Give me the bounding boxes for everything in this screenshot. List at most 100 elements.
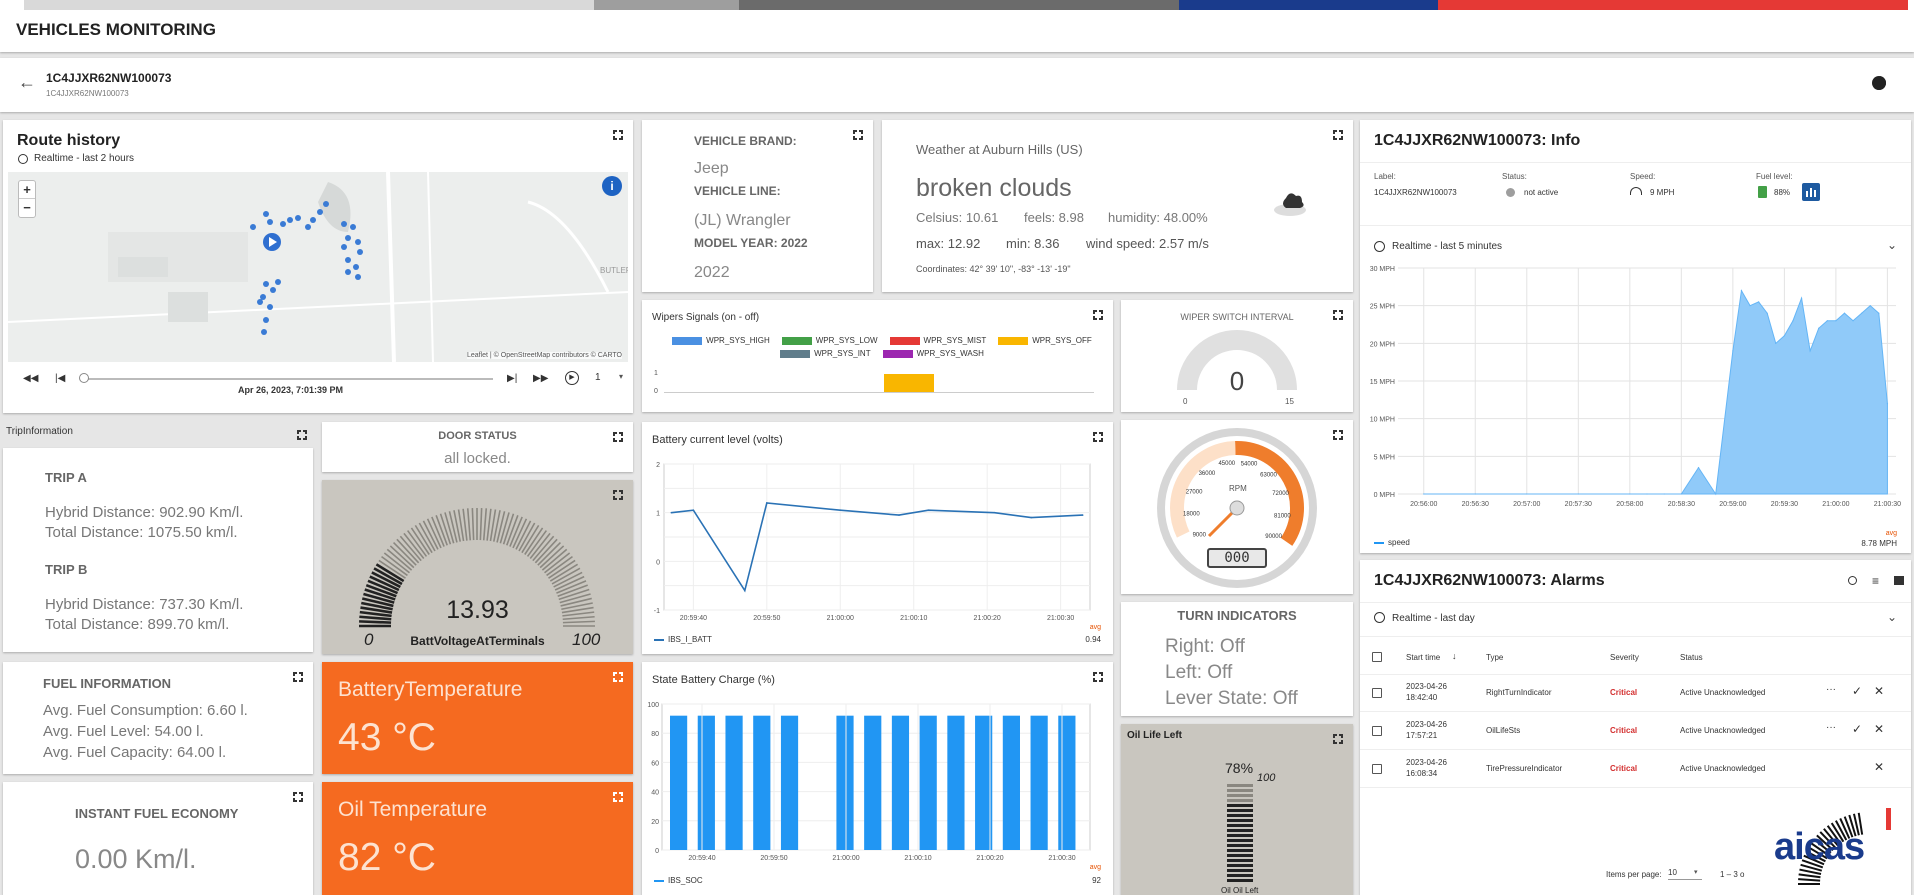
x-tick-label: 20:58:30 [1668, 501, 1695, 508]
expand-icon[interactable] [1333, 130, 1343, 140]
weather-wind: wind speed: 2.57 m/s [1086, 236, 1209, 251]
expand-icon[interactable] [293, 792, 303, 802]
expand-icon[interactable] [1093, 310, 1103, 320]
expand-icon[interactable] [293, 672, 303, 682]
legend-item[interactable]: WPR_SYS_HIGH [672, 336, 770, 345]
close-icon[interactable]: ✕ [1874, 722, 1884, 736]
aicas-logo: aicas [1760, 756, 1910, 895]
timeline-thumb[interactable] [79, 373, 89, 383]
table-row[interactable]: 2023-04-26 18:42:40 RightTurnIndicator C… [1360, 674, 1911, 712]
x-tick-label: 20:56:00 [1410, 501, 1437, 508]
oil-life-max: 100 [1257, 772, 1276, 784]
more-icon[interactable]: ··· [1826, 684, 1836, 695]
door-status-card: DOOR STATUS all locked. [322, 422, 633, 472]
expand-icon[interactable] [613, 792, 623, 802]
playback-speed[interactable]: 1 [595, 372, 601, 383]
route-map[interactable]: BUTLER + − i Leaflet | © OpenStreetMap c… [8, 172, 628, 362]
trip-a-title: TRIP A [45, 470, 87, 485]
expand-icon[interactable] [1093, 672, 1103, 682]
speed-point [1835, 320, 1837, 322]
bar-chart-icon[interactable] [1802, 183, 1820, 201]
rewind-button[interactable]: ◀◀ [23, 373, 38, 384]
y-tick-label: 5 MPH [1374, 454, 1395, 461]
expand-icon[interactable] [853, 130, 863, 140]
instant-fuel-card: INSTANT FUEL ECONOMY 0.00 Km/l. [3, 782, 313, 895]
row-checkbox[interactable] [1372, 726, 1382, 736]
info-title: 1C4JJXR62NW100073: Info [1374, 132, 1581, 149]
expand-icon[interactable] [613, 432, 623, 442]
header-start-time[interactable]: Start time [1406, 653, 1440, 662]
dark-mode-icon[interactable] [1872, 76, 1886, 90]
close-icon[interactable]: ✕ [1874, 684, 1884, 698]
route-expand-icon[interactable] [613, 130, 623, 140]
oil-life-segment [1227, 799, 1253, 802]
sort-arrow-icon[interactable]: ↓ [1452, 651, 1457, 661]
info-label-value: 1C4JJXR62NW100073 [1374, 188, 1457, 197]
select-all-checkbox[interactable] [1372, 652, 1382, 662]
table-row[interactable]: 2023-04-26 17:57:21 OilLifeSts Critical … [1360, 712, 1911, 750]
year-value: 2022 [694, 264, 730, 281]
speed-point [1766, 312, 1768, 314]
speed-point [1749, 305, 1751, 307]
legend-item[interactable]: WPR_SYS_MIST [889, 336, 986, 345]
weather-card: Weather at Auburn Hills (US) broken clou… [882, 120, 1353, 292]
header-status[interactable]: Status [1680, 653, 1703, 662]
columns-icon[interactable] [1894, 576, 1904, 585]
zoom-in-button[interactable]: + [19, 181, 35, 199]
expand-icon[interactable] [1093, 432, 1103, 442]
row-checkbox[interactable] [1372, 688, 1382, 698]
skip-end-button[interactable]: ▶| [507, 373, 517, 384]
skip-start-button[interactable]: |◀ [55, 373, 65, 384]
acknowledge-icon[interactable]: ✓ [1852, 684, 1862, 698]
info-speed-value: 9 MPH [1650, 188, 1675, 197]
chevron-down-icon[interactable]: ⌄ [1887, 238, 1897, 252]
battery-current-point [766, 502, 768, 504]
wipers-y0: 0 [654, 388, 658, 395]
rpm-tick-label: 63000 [1260, 472, 1277, 478]
cloud-icon [1274, 193, 1306, 216]
battery-current-point [743, 589, 746, 592]
fast-forward-button[interactable]: ▶▶ [533, 373, 548, 384]
acknowledge-icon[interactable]: ✓ [1852, 722, 1862, 736]
header-severity[interactable]: Severity [1610, 653, 1639, 662]
expand-icon[interactable] [1333, 430, 1343, 440]
back-arrow-icon[interactable]: ← [18, 72, 36, 93]
trip-expand-icon[interactable] [297, 430, 307, 440]
speed-point [1526, 493, 1528, 495]
expand-icon[interactable] [1333, 310, 1343, 320]
map-info-button[interactable]: i [602, 176, 622, 196]
expand-icon[interactable] [1333, 734, 1343, 744]
fuel-consumption: Avg. Fuel Consumption: 6.60 l. [43, 702, 248, 719]
alarms-card: 1C4JJXR62NW100073: Alarms ≡ Realtime - l… [1360, 560, 1911, 895]
legend-item[interactable]: WPR_SYS_WASH [882, 349, 984, 358]
y-tick-label: 40 [651, 790, 659, 797]
expand-icon[interactable] [613, 672, 623, 682]
line-value: (JL) Wrangler [694, 212, 791, 229]
speed-point [1697, 467, 1700, 469]
speed-dropdown-icon[interactable]: ▾ [619, 372, 623, 381]
legend-item[interactable]: WPR_SYS_LOW [781, 336, 878, 345]
more-icon[interactable]: ··· [1826, 722, 1836, 733]
legend-item[interactable]: WPR_SYS_OFF [998, 336, 1092, 345]
zoom-out-button[interactable]: − [19, 199, 35, 217]
vehicle-brand-card: VEHICLE BRAND: Jeep VEHICLE LINE: (JL) W… [642, 120, 873, 292]
chevron-down-icon[interactable]: ⌄ [1887, 610, 1897, 624]
turn-lever: Lever State: Off [1165, 688, 1298, 709]
legend-item[interactable]: WPR_SYS_INT [780, 349, 871, 358]
gauge-tick [546, 555, 573, 577]
header-type[interactable]: Type [1486, 653, 1503, 662]
per-page-chevron-icon[interactable]: ▾ [1694, 868, 1698, 876]
speed-point [1715, 493, 1717, 495]
legend-swatch [654, 639, 664, 641]
speed-point [1758, 301, 1760, 303]
row-severity: Critical [1610, 688, 1638, 697]
brand-value: Jeep [694, 160, 729, 177]
play-button[interactable]: ▶ [565, 371, 579, 385]
timeline-slider[interactable] [83, 378, 493, 380]
search-icon[interactable] [1848, 576, 1857, 585]
row-checkbox[interactable] [1372, 764, 1382, 774]
x-tick-label: 20:59:40 [688, 855, 715, 862]
rpm-display: 000 [1207, 548, 1267, 568]
filter-icon[interactable]: ≡ [1872, 574, 1879, 588]
expand-icon[interactable] [613, 490, 623, 500]
